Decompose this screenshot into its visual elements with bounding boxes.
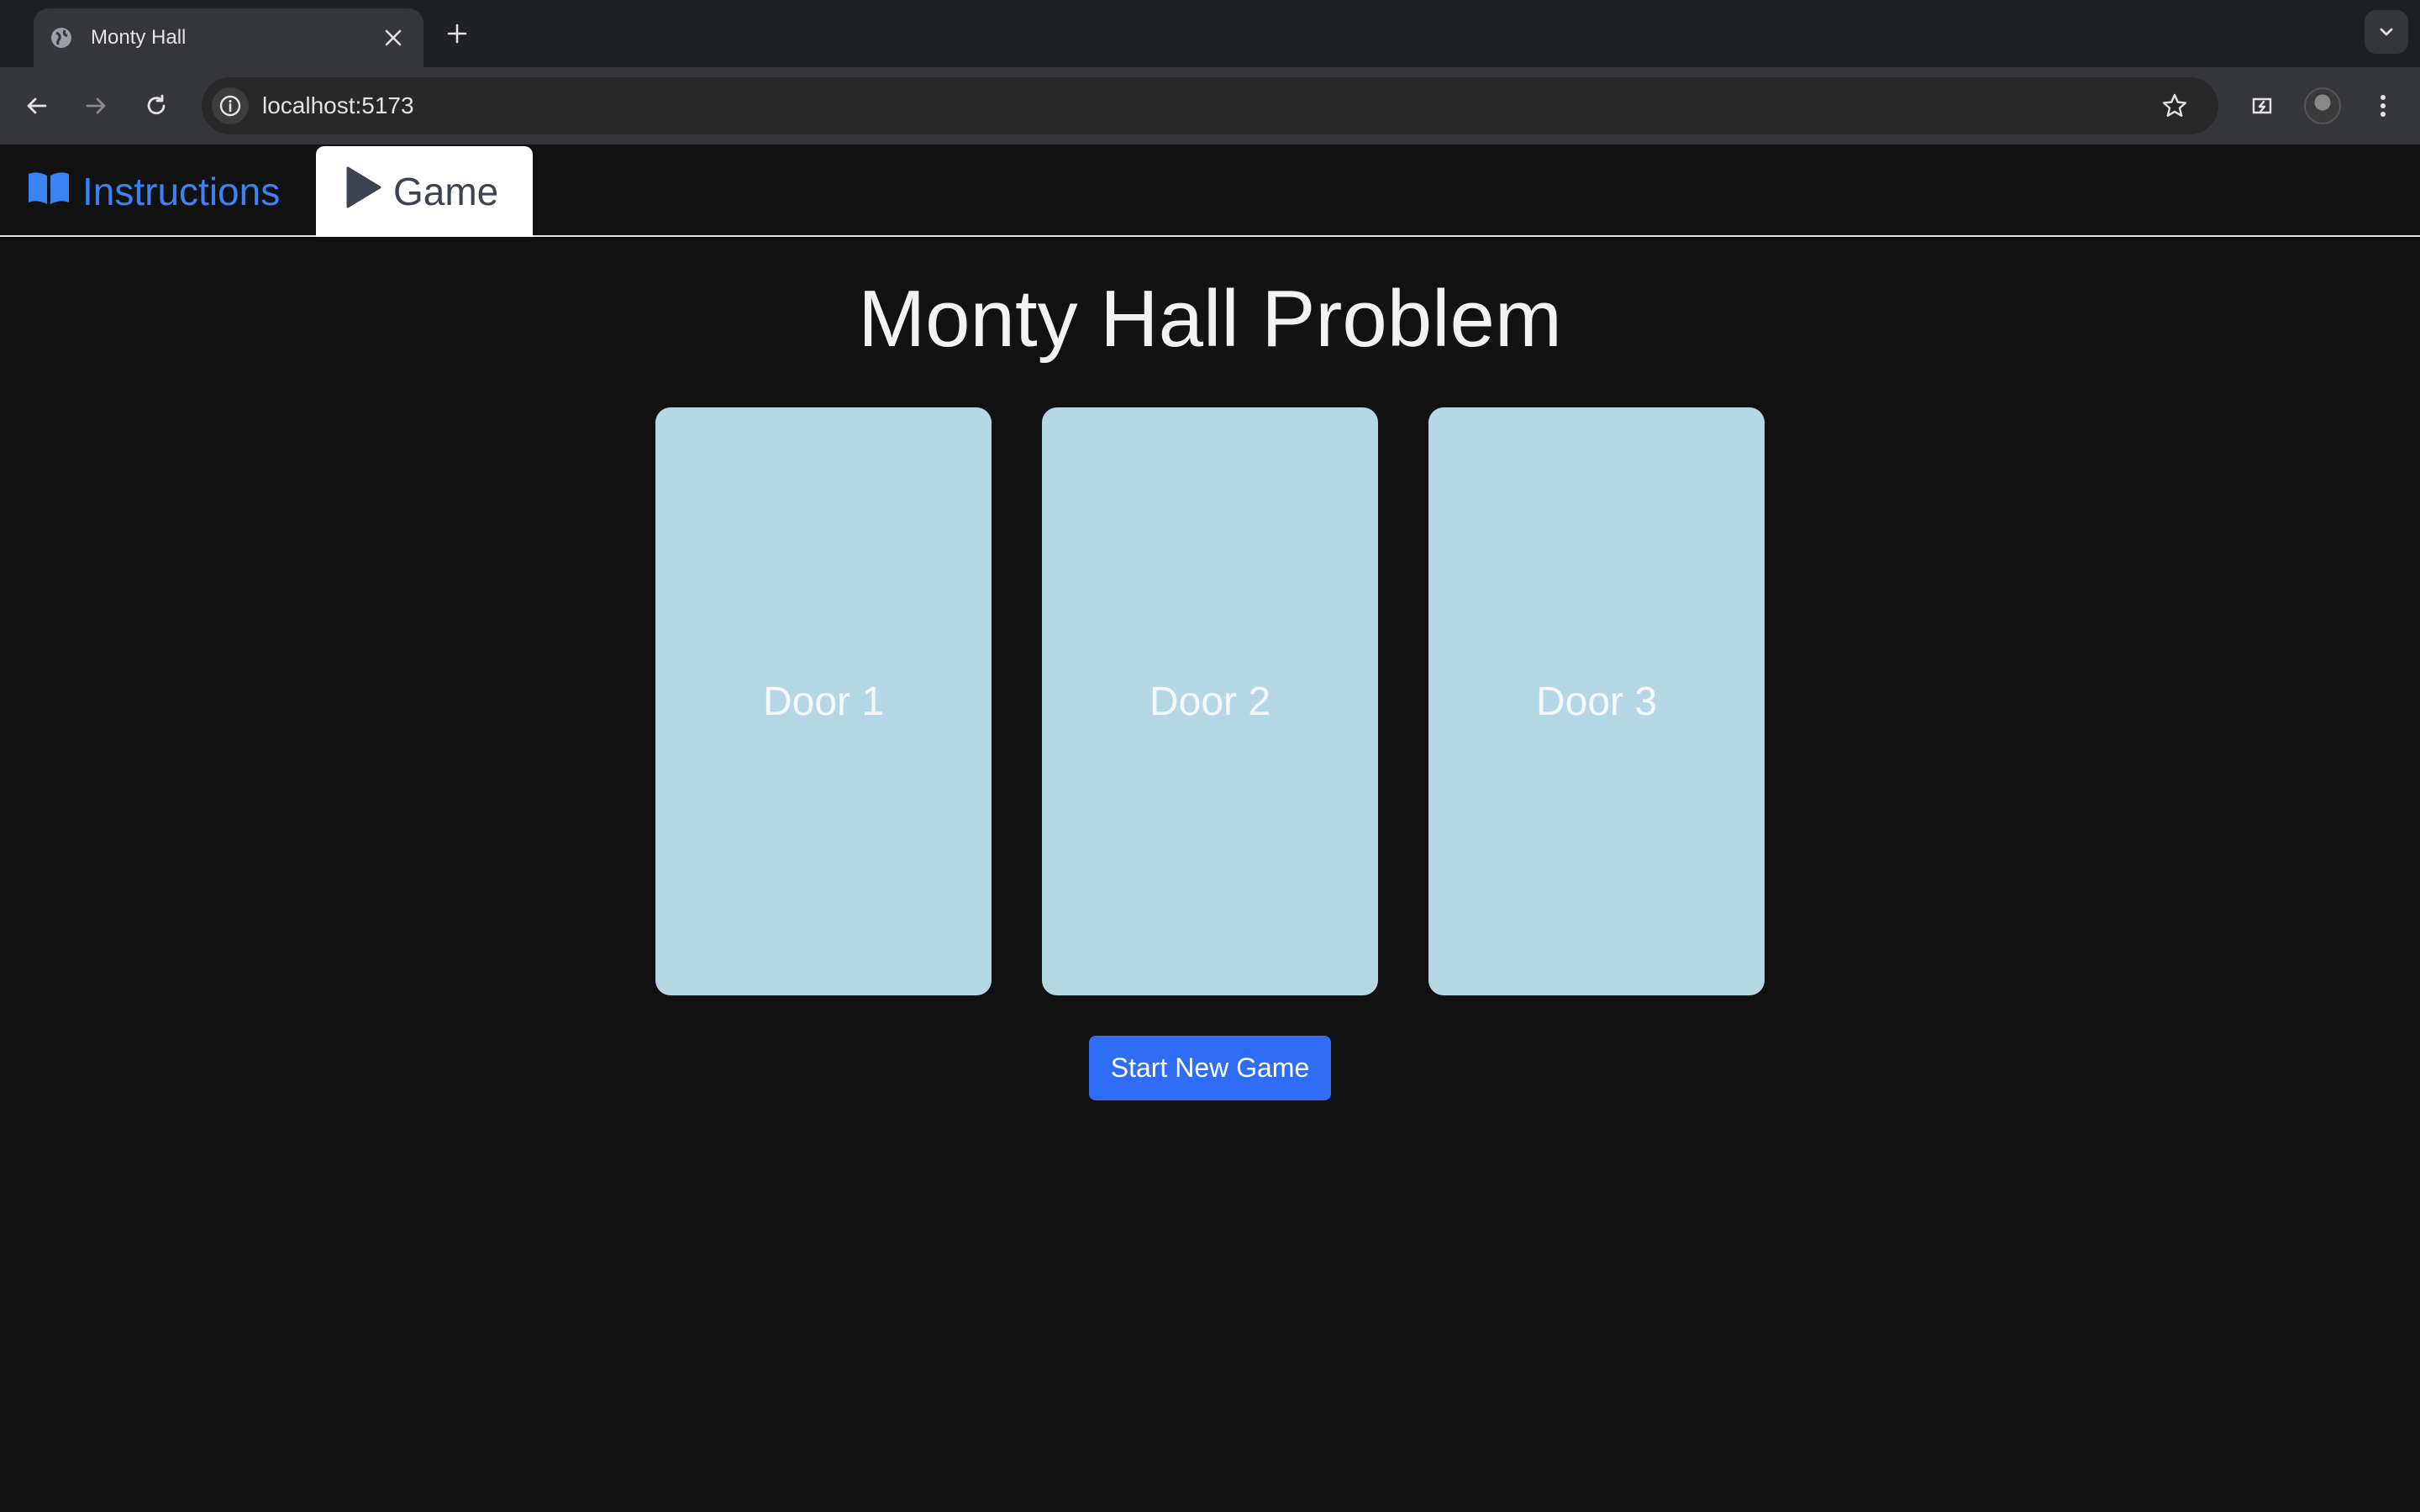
door-3[interactable]: Door 3 [1428,407,1765,995]
door-label: Door 1 [762,679,885,724]
url-text: localhost:5173 [262,92,414,118]
browser-toolbar: localhost:5173 [0,67,2420,144]
chevron-down-icon[interactable] [2365,10,2408,54]
info-icon[interactable] [212,87,249,124]
browser-tabstrip: Monty Hall [0,0,2420,67]
extension-icon[interactable] [2240,84,2284,128]
tab-instructions-label: Instructions [82,170,281,213]
tab-game[interactable]: Game [316,146,533,237]
back-arrow-icon[interactable] [15,84,59,128]
tab-title: Monty Hall [91,26,187,49]
plus-icon[interactable] [440,17,474,50]
door-2[interactable]: Door 2 [1042,407,1378,995]
app-nav: Instructions Game [0,144,2420,237]
star-icon[interactable] [2153,84,2196,128]
book-icon [27,169,71,215]
close-icon[interactable] [378,23,408,53]
play-icon [345,165,381,218]
forward-arrow-icon[interactable] [74,84,118,128]
door-label: Door 2 [1149,679,1271,724]
avatar[interactable] [2304,87,2341,124]
start-new-game-button[interactable]: Start New Game [1089,1036,1331,1100]
page-title: Monty Hall Problem [858,274,1562,364]
door-1[interactable]: Door 1 [655,407,992,995]
kebab-menu-icon[interactable] [2361,84,2405,128]
address-bar[interactable]: localhost:5173 [202,77,2218,134]
globe-icon [49,25,74,50]
tab-game-label: Game [393,170,499,213]
browser-tab[interactable]: Monty Hall [34,8,424,67]
door-label: Door 3 [1535,679,1658,724]
tab-instructions[interactable]: Instructions [27,146,280,237]
reload-icon[interactable] [134,84,178,128]
